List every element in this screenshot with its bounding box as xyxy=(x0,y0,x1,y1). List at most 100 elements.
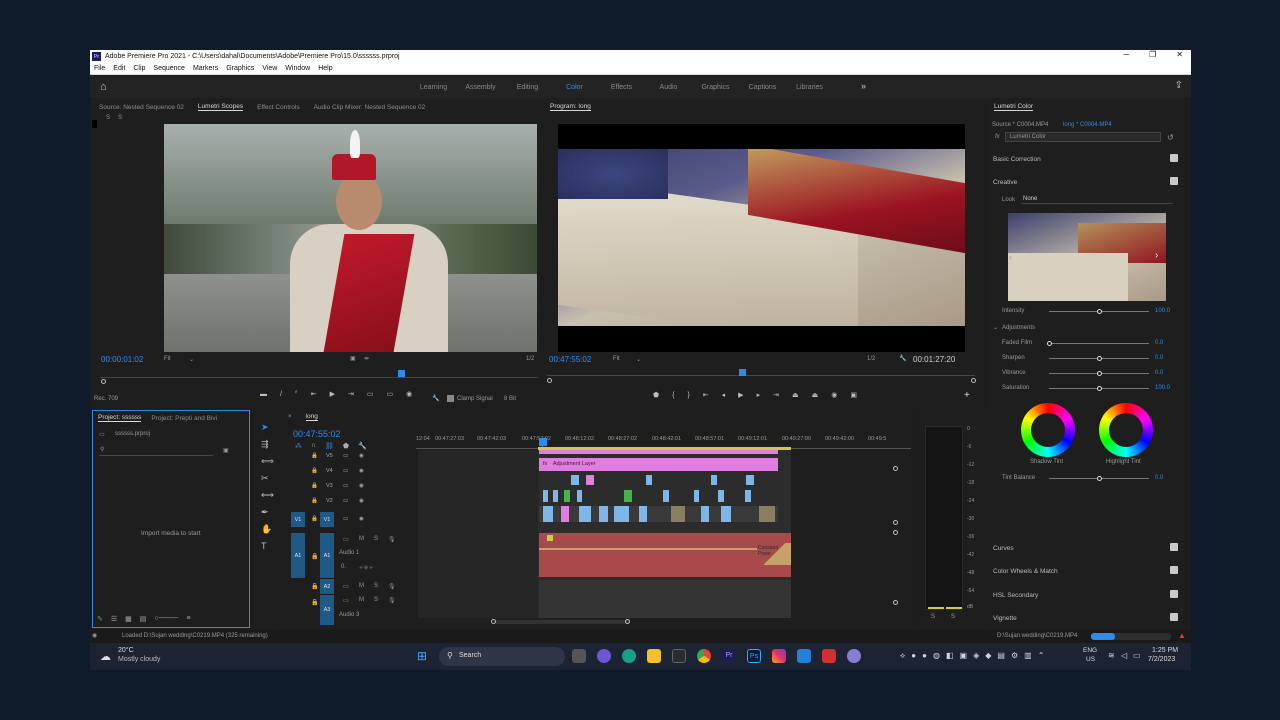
play-icon[interactable]: ▶ xyxy=(330,390,335,398)
sharpen-value[interactable]: 0.0 xyxy=(1155,355,1163,361)
tray-icon[interactable]: ● xyxy=(911,651,916,661)
clock-time[interactable]: 1:25 PM xyxy=(1152,647,1178,654)
shadow-tint-wheel[interactable] xyxy=(1021,403,1075,457)
constant-power-transition[interactable]: Constant Powe xyxy=(757,543,791,565)
vignette-checkbox[interactable] xyxy=(1170,613,1178,621)
sync-icon[interactable]: ▭ xyxy=(343,468,348,474)
store-icon[interactable] xyxy=(672,649,686,663)
video-clip[interactable] xyxy=(711,475,717,485)
video-clip[interactable] xyxy=(759,506,775,522)
adjustment-clip-v5[interactable] xyxy=(539,450,778,454)
workspace-editing[interactable]: Editing xyxy=(504,84,551,91)
premiere-taskbar-icon[interactable]: Pr xyxy=(722,649,736,663)
tab-program[interactable]: Program: long xyxy=(550,103,591,111)
video-clip[interactable] xyxy=(586,475,594,485)
creative-checkbox[interactable] xyxy=(1170,177,1178,185)
lumetri-source[interactable]: Source * C0004.MP4 xyxy=(992,122,1048,128)
adjustments-section[interactable]: Adjustments xyxy=(1002,325,1035,331)
zoom-slider[interactable]: ○──── xyxy=(154,615,178,623)
app-icon[interactable] xyxy=(822,649,836,663)
menu-edit[interactable]: Edit xyxy=(113,65,125,72)
lock-icon[interactable]: 🔒 xyxy=(311,483,318,489)
eye-icon[interactable]: ◉ xyxy=(359,516,364,522)
mute-button[interactable]: M xyxy=(359,536,364,542)
look-preview-image[interactable] xyxy=(1008,213,1166,301)
previous-look-icon[interactable]: ‹ xyxy=(1009,252,1012,262)
chrome-icon[interactable] xyxy=(697,649,711,663)
tray-icon[interactable]: ◍ xyxy=(933,651,940,661)
vibrance-slider[interactable] xyxy=(1049,371,1149,376)
extract-icon[interactable]: ⏏ xyxy=(812,391,819,399)
curves-checkbox[interactable] xyxy=(1170,543,1178,551)
track-select-tool-icon[interactable]: ⇶ xyxy=(261,439,274,450)
workspace-color[interactable]: Color xyxy=(551,84,598,91)
workspace-captions[interactable]: Captions xyxy=(739,84,786,91)
video-clip[interactable] xyxy=(718,490,724,502)
timeline-settings-icon[interactable]: 🔧 xyxy=(358,442,367,450)
menu-graphics[interactable]: Graphics xyxy=(226,65,254,72)
audio1-volume[interactable]: 0. xyxy=(341,564,346,570)
program-ruler[interactable] xyxy=(547,368,975,376)
task-view-icon[interactable] xyxy=(572,649,586,663)
more-workspaces-button[interactable]: » xyxy=(861,81,866,91)
lumetri-target[interactable]: long * C0004.MP4 xyxy=(1063,122,1112,128)
tray-icon[interactable]: ◈ xyxy=(973,651,979,661)
slip-tool-icon[interactable]: ⟷ xyxy=(261,490,274,501)
photoshop-taskbar-icon[interactable]: Ps xyxy=(747,649,761,663)
tab-source[interactable]: Source: Nested Sequence 02 xyxy=(99,104,184,111)
microphone-icon[interactable]: 🎙 xyxy=(388,536,396,543)
reset-icon[interactable]: ↺ xyxy=(1167,133,1174,142)
workspace-graphics[interactable]: Graphics xyxy=(692,84,739,91)
workspace-libraries[interactable]: Libraries xyxy=(786,84,833,91)
lock-icon[interactable]: 🔒 xyxy=(311,498,318,504)
source-ratio[interactable]: 1/2 xyxy=(526,356,534,362)
weather-condition[interactable]: Mostly cloudy xyxy=(118,656,160,663)
import-media-text[interactable]: Import media to start xyxy=(141,530,201,537)
a1-track-target[interactable]: A1 xyxy=(320,533,334,578)
solo-button[interactable]: S xyxy=(374,597,378,603)
sync-icon[interactable]: ▭ xyxy=(343,597,349,604)
tab-project-ssssss[interactable]: Project: ssssss xyxy=(98,414,142,422)
chevron-down-icon[interactable]: ⌄ xyxy=(993,324,998,331)
source-video-frame[interactable] xyxy=(164,124,537,352)
ripple-edit-tool-icon[interactable]: ⟺ xyxy=(261,456,274,467)
tab-sequence-long[interactable]: long xyxy=(305,413,318,421)
hsl-secondary-checkbox[interactable] xyxy=(1170,590,1178,598)
tray-icon[interactable]: ◧ xyxy=(946,651,954,661)
vscode-icon[interactable] xyxy=(797,649,811,663)
mark-out-icon[interactable]: } xyxy=(687,392,689,399)
lift-icon[interactable]: ⏏ xyxy=(792,391,799,399)
tray-icon[interactable]: ⟡ xyxy=(900,651,905,661)
mute-button[interactable]: M xyxy=(359,597,364,603)
chat-icon[interactable] xyxy=(597,649,611,663)
battery-icon[interactable]: ▭ xyxy=(1133,651,1141,660)
chevron-down-icon[interactable]: ⌄ xyxy=(636,356,641,363)
sync-icon[interactable]: ▭ xyxy=(343,453,348,459)
video-clip[interactable] xyxy=(577,490,582,502)
share-icon[interactable]: ⇪ xyxy=(1175,80,1183,91)
video-clip[interactable] xyxy=(639,506,647,522)
taskbar-search[interactable]: ⚲ Search xyxy=(439,647,565,666)
export-frame-icon[interactable]: ◉ xyxy=(406,390,412,398)
timeline-horizontal-scrollbar[interactable] xyxy=(494,620,629,624)
lock-icon[interactable]: 🔒 xyxy=(311,583,318,590)
mute-button[interactable]: M xyxy=(359,583,364,589)
split-icon[interactable]: ⇹ xyxy=(364,355,369,362)
wifi-icon[interactable]: ≋ xyxy=(1108,651,1115,660)
tray-icon[interactable]: ▥ xyxy=(1024,651,1032,661)
app-icon[interactable] xyxy=(847,649,861,663)
video-clip[interactable] xyxy=(646,475,652,485)
clock-date[interactable]: 7/2/2023 xyxy=(1148,656,1175,663)
eye-icon[interactable]: ◉ xyxy=(359,468,364,474)
hsl-secondary-section[interactable]: HSL Secondary xyxy=(993,592,1038,599)
lock-icon[interactable]: 🔒 xyxy=(311,453,318,459)
curves-section[interactable]: Curves xyxy=(993,545,1014,552)
basic-correction-section[interactable]: Basic Correction xyxy=(993,156,1041,163)
tray-icon[interactable]: ▣ xyxy=(960,651,968,661)
sync-icon[interactable]: ▭ xyxy=(343,483,348,489)
intensity-value[interactable]: 100.0 xyxy=(1155,308,1170,314)
program-playhead[interactable] xyxy=(739,369,746,376)
sync-icon[interactable]: ▭ xyxy=(343,583,349,590)
program-ratio[interactable]: 1/2 xyxy=(867,356,875,362)
add-marker-icon[interactable]: ⬟ xyxy=(653,391,659,399)
